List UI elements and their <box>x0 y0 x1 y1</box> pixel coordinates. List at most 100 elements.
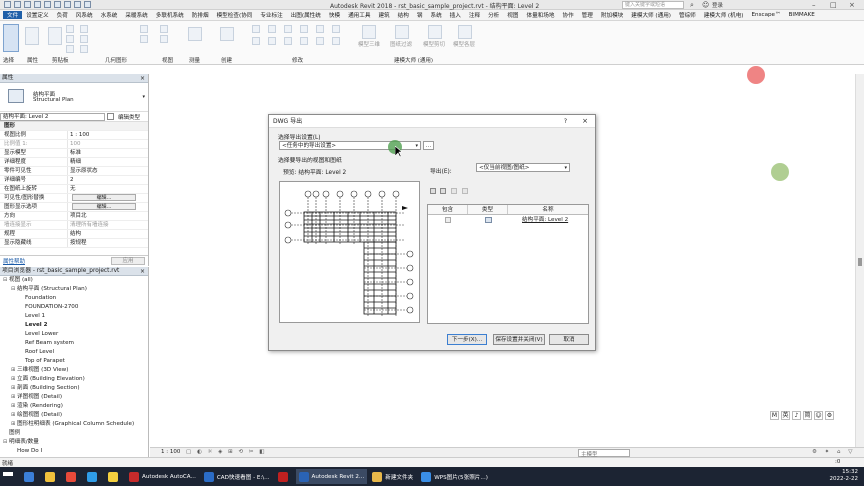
property-row[interactable]: 可见性/图形替换 编辑... <box>0 194 148 203</box>
search-icon[interactable]: ⌕ <box>690 1 694 10</box>
property-value[interactable]: 无 <box>68 185 148 193</box>
ribbon-tab[interactable]: 设置定义 <box>22 11 52 19</box>
property-row[interactable]: 零件可见性 显示原状态 <box>0 167 148 176</box>
ime-button[interactable]: M <box>770 411 779 420</box>
browser-item[interactable]: Top of Parapet <box>0 357 148 366</box>
browser-item[interactable]: ⊞ 详图视图 (Detail) <box>0 393 148 402</box>
ribbon-tab[interactable]: 系统 <box>426 11 445 19</box>
trim-icon[interactable] <box>300 25 308 33</box>
edit-button[interactable]: 编辑... <box>72 194 136 201</box>
copy-icon[interactable] <box>66 35 74 43</box>
save-and-close-button[interactable]: 保存设置并关闭(V) <box>493 334 545 345</box>
property-value[interactable]: 2 <box>68 176 148 184</box>
search-input[interactable]: 键入关键字或短语 <box>622 1 684 9</box>
property-row[interactable]: 详细程度 精细 <box>0 158 148 167</box>
ribbon-tab[interactable]: 建筑 <box>374 11 393 19</box>
ribbon-tab[interactable]: 协作 <box>558 11 577 19</box>
help-button[interactable]: ? <box>564 115 567 128</box>
ribbon-tab[interactable]: 模型检查(协同 <box>213 11 257 19</box>
list-item[interactable]: 结构平面: Level 2 <box>428 215 588 225</box>
browser-item[interactable]: Roof Level <box>0 348 148 357</box>
revit-logo-icon[interactable] <box>4 1 11 8</box>
property-value[interactable]: 项目北 <box>68 212 148 220</box>
property-value[interactable]: 结构 <box>68 230 148 238</box>
ribbon-tab[interactable]: Enscape™ <box>748 12 785 18</box>
taskbar-item[interactable]: Autodesk Revit 2... <box>295 469 368 484</box>
ribbon-tab[interactable]: 防排烟 <box>188 11 213 19</box>
view-scale[interactable]: 1 : 100 <box>161 449 180 455</box>
taskbar-item[interactable] <box>63 469 82 484</box>
taskbar-item[interactable] <box>42 469 61 484</box>
override-icon[interactable] <box>160 35 168 43</box>
browser-item[interactable]: ⊞ 三维视图 (3D View) <box>0 366 148 375</box>
taskbar-item[interactable] <box>275 469 294 484</box>
property-row[interactable]: 图形显示选项 编辑... <box>0 203 148 212</box>
ribbon-tab[interactable]: 管理 <box>578 11 597 19</box>
property-row[interactable]: 图形 <box>0 122 148 131</box>
property-row[interactable]: 规程 结构 <box>0 230 148 239</box>
split-icon[interactable] <box>300 37 308 45</box>
property-row[interactable]: 视图比例 1 : 100 <box>0 131 148 140</box>
hide-icon[interactable] <box>160 25 168 33</box>
active-workset[interactable]: 主模型 <box>578 449 630 458</box>
taskbar-item[interactable] <box>21 469 40 484</box>
model-layers-button[interactable] <box>458 25 472 39</box>
maximize-icon[interactable]: □ <box>830 1 837 9</box>
cope-icon[interactable] <box>80 25 88 33</box>
browser-item[interactable]: ⊟ 视图 (all) <box>0 276 148 285</box>
pin-icon[interactable] <box>332 25 340 33</box>
column-include[interactable]: 包含 <box>428 205 468 214</box>
ribbon-tab[interactable]: 插入 <box>446 11 465 19</box>
ribbon-tab[interactable]: 分析 <box>484 11 503 19</box>
property-value[interactable]: 精细 <box>68 158 148 166</box>
ribbon-tab[interactable]: 出图(属性统 <box>287 11 325 19</box>
close-icon[interactable]: × <box>140 74 145 83</box>
include-checkbox[interactable] <box>428 215 468 225</box>
sign-in-link[interactable]: 登录 <box>712 1 723 9</box>
browser-item[interactable]: Ref Beam system <box>0 339 148 348</box>
scale-icon[interactable] <box>316 37 324 45</box>
cut-geometry-icon[interactable] <box>80 35 88 43</box>
ribbon-tab[interactable]: 负荷 <box>53 11 72 19</box>
property-value[interactable]: 标准 <box>68 149 148 157</box>
join-icon[interactable] <box>80 45 88 53</box>
browser-item[interactable]: ⊞ 渲染 (Rendering) <box>0 402 148 411</box>
properties-help-link[interactable]: 属性帮助 <box>3 257 25 265</box>
user-icon[interactable]: ☺ <box>702 1 709 9</box>
browser-item[interactable]: ⊞ 剖面 (Building Section) <box>0 384 148 393</box>
measure-button[interactable] <box>188 27 202 41</box>
ime-button[interactable]: ☺ <box>814 411 823 420</box>
column-name[interactable]: 名称 <box>508 205 588 214</box>
browser-item[interactable]: How Do I <box>0 447 148 456</box>
paste-button[interactable] <box>48 27 62 45</box>
ribbon-tab[interactable]: BIMMAKE <box>785 12 819 18</box>
ribbon-tab[interactable]: 视图 <box>503 11 522 19</box>
taskbar-item[interactable]: CAD快速看图 - E:\... <box>201 469 273 484</box>
taskbar-item[interactable]: Autodesk AutoCA... <box>126 469 199 484</box>
ribbon-tab[interactable]: 建模大师 (通用) <box>627 11 675 19</box>
browser-item[interactable]: Level 1 <box>0 312 148 321</box>
wall-join-icon[interactable] <box>140 25 148 33</box>
ime-button[interactable]: ♪ <box>792 411 801 420</box>
duplicate-set-icon[interactable] <box>440 188 446 194</box>
scroll-thumb[interactable] <box>858 258 862 266</box>
taskbar-item[interactable] <box>0 469 19 484</box>
ribbon-tab[interactable]: 风系统 <box>72 11 97 19</box>
taskbar-item[interactable]: WPS图片(5张照片...) <box>418 469 491 484</box>
property-value[interactable]: 编辑... <box>68 194 148 202</box>
3d-view-icon[interactable] <box>84 1 91 8</box>
edit-button[interactable]: 编辑... <box>72 203 136 210</box>
chevron-down-icon[interactable]: ▾ <box>142 94 145 100</box>
ribbon-tab[interactable]: 注释 <box>465 11 484 19</box>
array-icon[interactable] <box>316 25 324 33</box>
apply-button[interactable]: 应用 <box>111 257 145 265</box>
browser-item[interactable]: ⊞ 绘图视图 (Detail) <box>0 411 148 420</box>
ribbon-tab[interactable]: 结构 <box>394 11 413 19</box>
ribbon-tab[interactable]: 采暖系统 <box>121 11 151 19</box>
minimize-icon[interactable]: – <box>812 1 816 9</box>
cancel-button[interactable]: 取消 <box>549 334 589 345</box>
browser-item[interactable]: Level 2 <box>0 321 148 330</box>
browser-item[interactable]: 图例 <box>0 429 148 438</box>
ribbon-tab[interactable]: 文件 <box>3 11 23 19</box>
browser-item[interactable]: Level Lower <box>0 330 148 339</box>
